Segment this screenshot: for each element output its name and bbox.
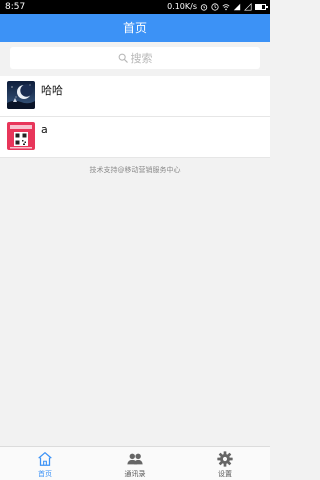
night-moon-avatar <box>7 81 35 109</box>
tab-settings-label: 设置 <box>218 470 232 478</box>
network-speed: 0.10K/s <box>167 2 197 11</box>
status-bar: 8:57 0.10K/s <box>0 0 270 14</box>
tab-home[interactable]: 首页 <box>0 447 90 480</box>
signal-icon-2 <box>244 3 252 11</box>
qr-card-avatar <box>7 122 35 150</box>
wifi-icon <box>222 4 230 11</box>
alarm-icon <box>200 4 208 11</box>
app-screen: 8:57 0.10K/s 首页 搜索 哈哈 a 技术支持@移动营销服务中心 首页… <box>0 0 270 480</box>
status-time: 8:57 <box>5 2 26 12</box>
tab-settings[interactable]: 设置 <box>180 447 270 480</box>
tab-home-label: 首页 <box>38 470 52 478</box>
search-placeholder: 搜索 <box>130 52 153 65</box>
gear-icon <box>217 451 233 467</box>
search-input[interactable]: 搜索 <box>10 47 260 69</box>
battery-icon <box>255 4 268 10</box>
list-item[interactable]: a <box>0 117 270 158</box>
clock-icon <box>211 3 219 11</box>
support-note: 技术支持@移动营销服务中心 <box>89 166 181 174</box>
tab-contacts[interactable]: 通讯录 <box>90 447 180 480</box>
list-item-name: a <box>41 123 48 136</box>
bottom-tabbar: 首页 通讯录 设置 <box>0 446 270 480</box>
status-icons: 0.10K/s <box>167 0 268 14</box>
search-area: 搜索 <box>0 42 270 76</box>
contacts-icon <box>127 453 143 465</box>
signal-icon <box>233 3 241 11</box>
list-item-name: 哈哈 <box>41 84 63 97</box>
page-title: 首页 <box>0 14 270 42</box>
search-icon <box>118 53 128 63</box>
home-icon <box>38 452 52 466</box>
list-item[interactable]: 哈哈 <box>0 76 270 117</box>
tab-contacts-label: 通讯录 <box>124 470 146 478</box>
chat-list: 哈哈 a <box>0 76 270 158</box>
